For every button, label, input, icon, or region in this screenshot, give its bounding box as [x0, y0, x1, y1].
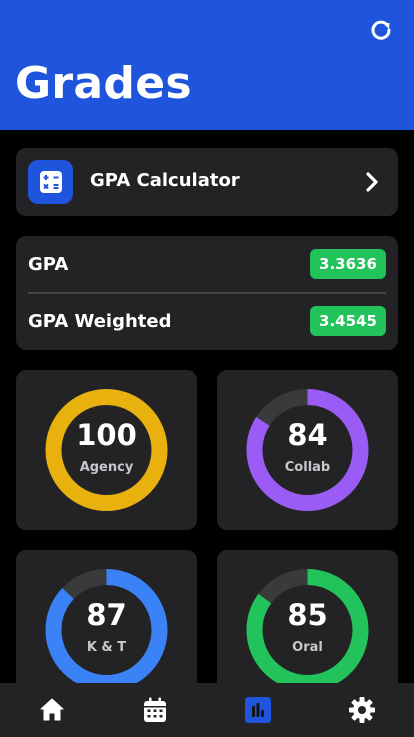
score-label: Agency: [79, 460, 134, 475]
score-value: 87: [86, 598, 127, 632]
gpa-calculator-label: GPA Calculator: [90, 170, 240, 191]
score-tile-agency[interactable]: 100 Agency: [16, 370, 197, 530]
settings-icon: [349, 697, 375, 723]
bottom-nav: [0, 683, 414, 737]
score-value: 100: [76, 418, 137, 452]
chevron-right-icon: [364, 170, 382, 194]
score-label: K & T: [86, 640, 127, 655]
bar-chart-icon: [245, 697, 271, 723]
nav-grades[interactable]: [244, 695, 272, 725]
refresh-icon[interactable]: [369, 18, 393, 42]
calendar-icon: [144, 697, 166, 722]
page-title: Grades: [15, 58, 192, 109]
gpa-calculator-card[interactable]: GPA Calculator: [16, 148, 398, 216]
calculator-icon: [28, 160, 73, 204]
gpa-label: GPA: [28, 253, 69, 275]
score-label: Oral: [292, 640, 323, 655]
gpa-row: GPA 3.3636: [28, 244, 386, 284]
nav-settings[interactable]: [348, 695, 376, 725]
nav-calendar[interactable]: [141, 695, 169, 725]
gpa-weighted-label: GPA Weighted: [28, 310, 172, 332]
home-icon: [40, 698, 64, 721]
gpa-badge: 3.3636: [310, 249, 386, 279]
gpa-weighted-row: GPA Weighted 3.4545: [28, 301, 386, 341]
score-value: 85: [287, 598, 328, 632]
score-label: Collab: [284, 460, 331, 475]
divider: [28, 292, 386, 294]
nav-home[interactable]: [38, 695, 66, 725]
gpa-card: GPA 3.3636 GPA Weighted 3.4545: [16, 236, 398, 350]
header: Grades: [0, 0, 414, 130]
gpa-weighted-badge: 3.4545: [310, 306, 386, 336]
score-value: 84: [287, 418, 328, 452]
score-tile-collab[interactable]: 84 Collab: [217, 370, 398, 530]
